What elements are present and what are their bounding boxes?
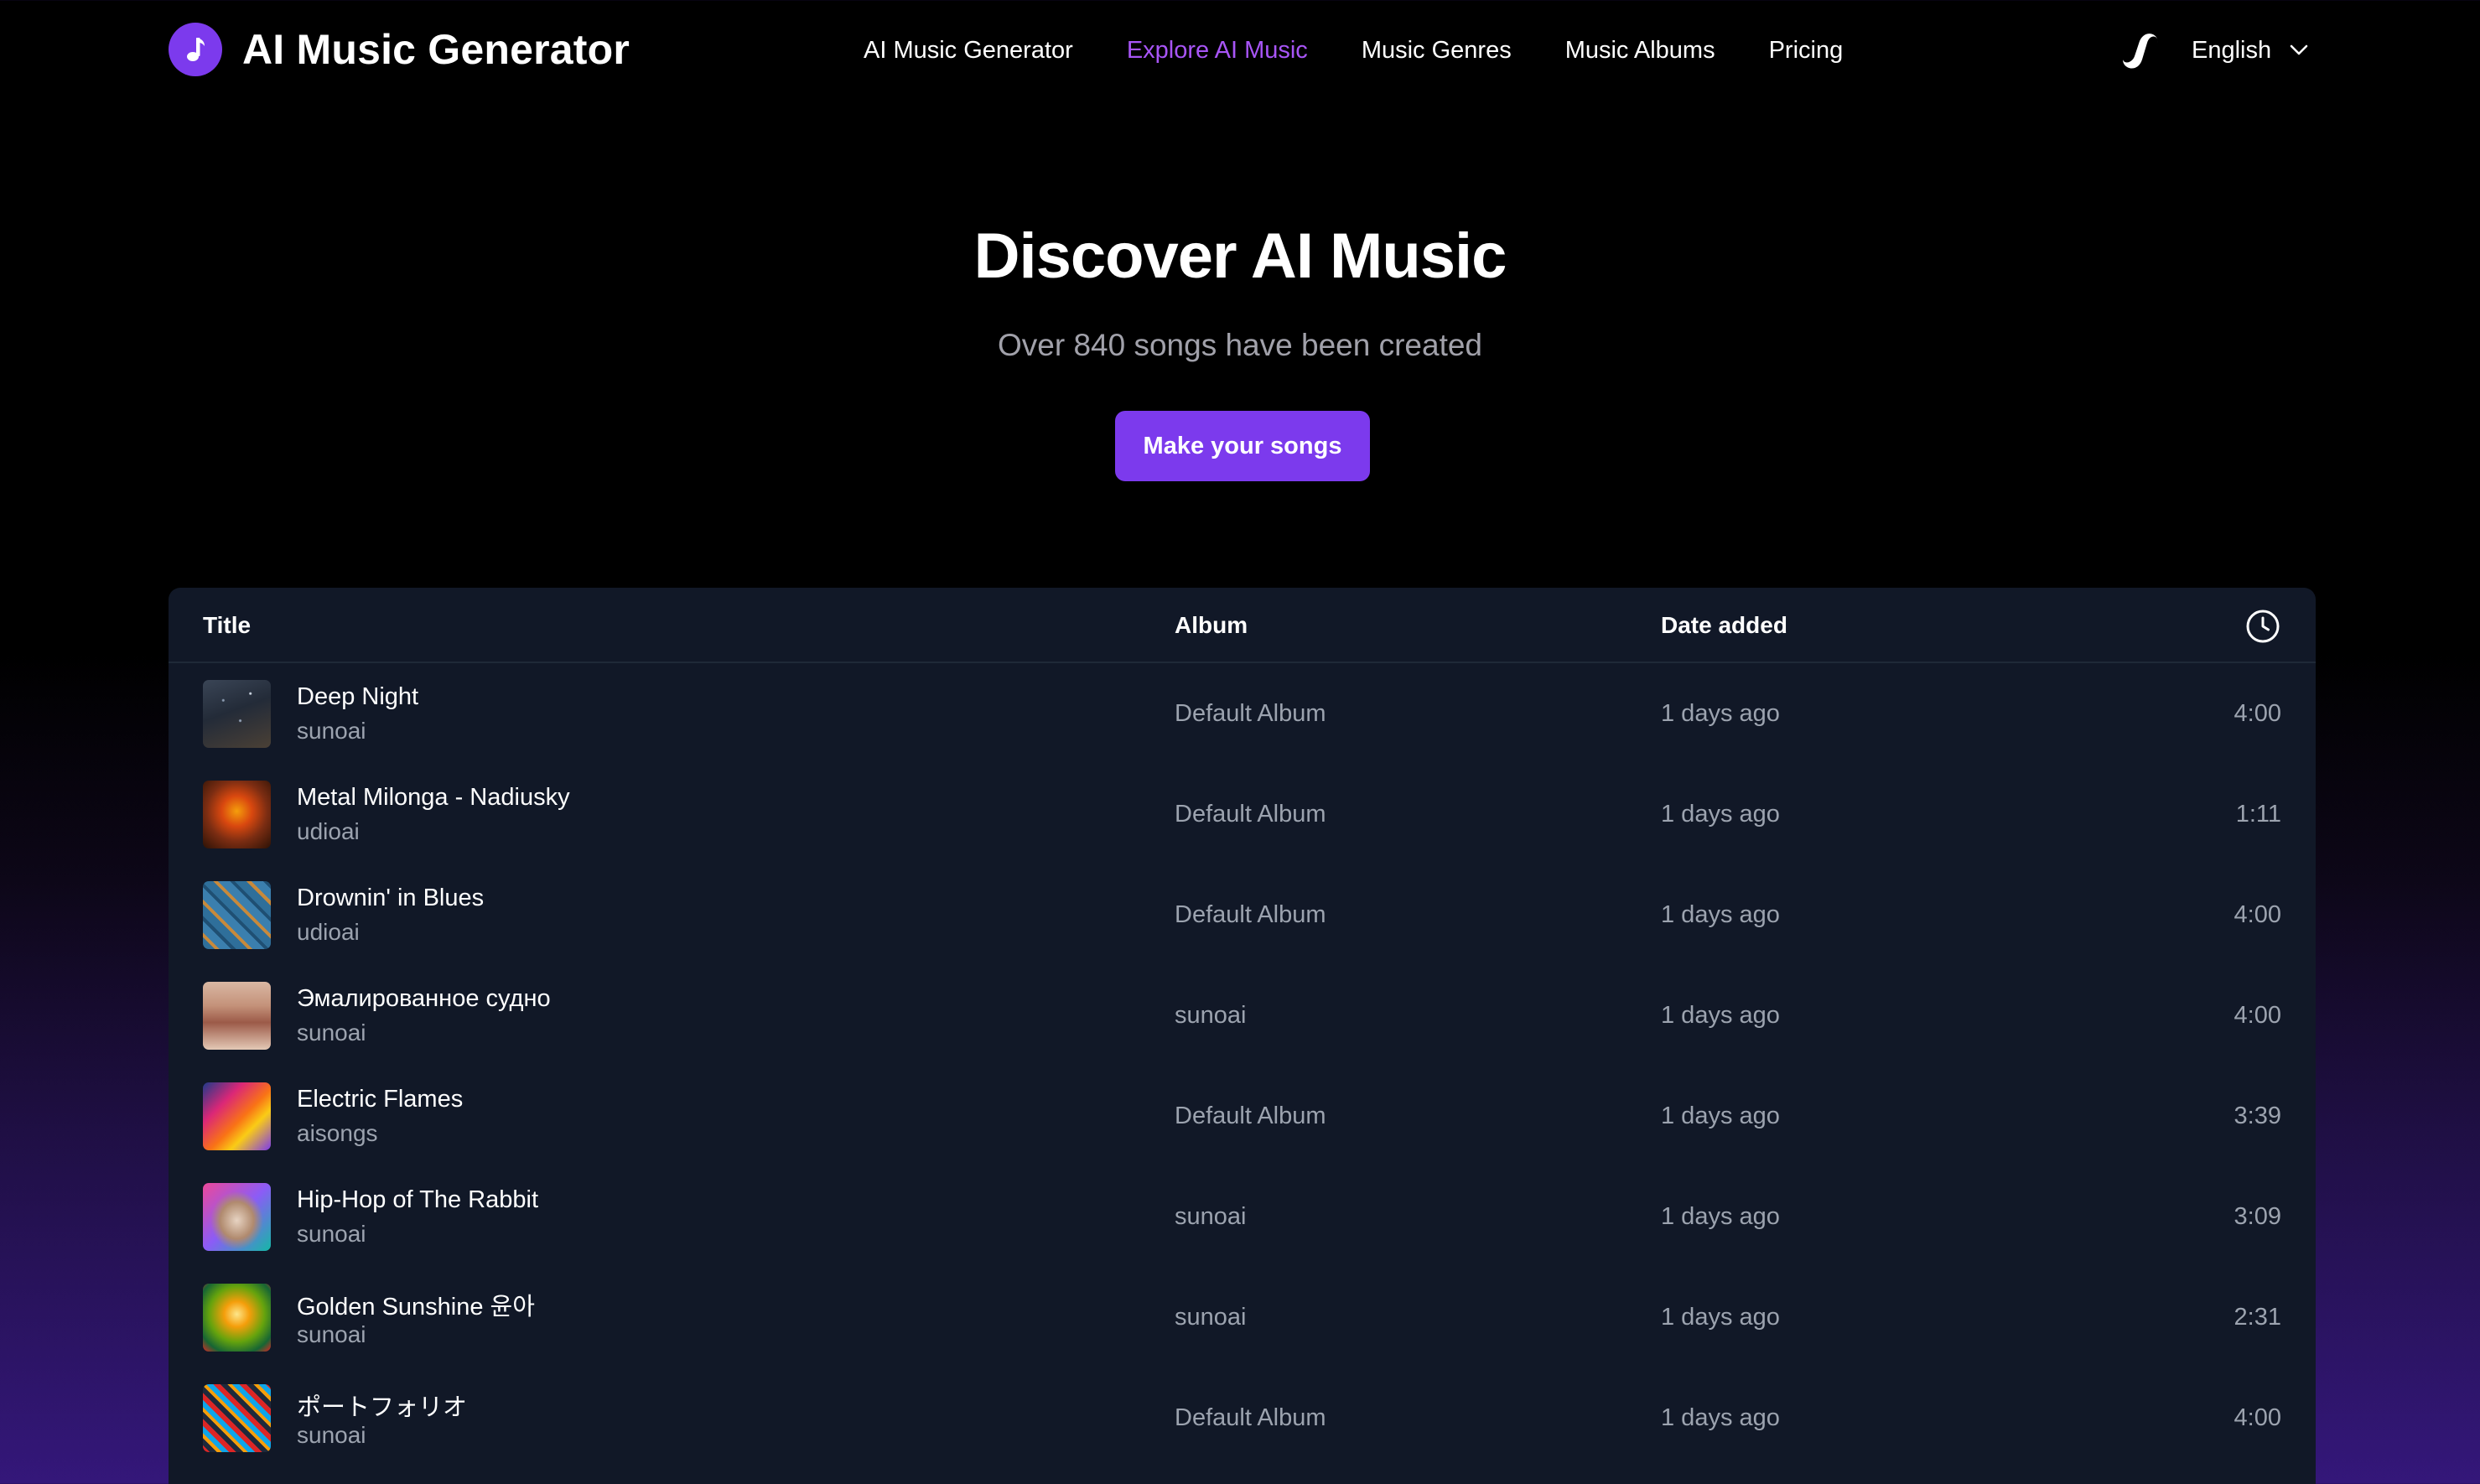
album-art [203,781,271,848]
nav-music-genres[interactable]: Music Genres [1362,37,1512,65]
language-logo-icon [2123,34,2158,69]
song-date-added: 1 days ago [1661,901,1780,928]
song-duration: 1:11 [2235,801,2281,828]
column-date-added[interactable]: Date added [1661,588,1787,663]
song-album[interactable]: Default Album [1175,1066,1326,1166]
table-row[interactable]: Electric Flames aisongs Default Album 1 … [169,1066,2316,1166]
main-nav: AI Music Generator Explore AI Music Musi… [864,32,1843,69]
song-duration: 4:00 [2234,1404,2281,1431]
songs-count-subtitle: Over 840 songs have been created [998,328,1482,362]
column-album[interactable]: Album [1175,588,1248,663]
make-your-songs-button[interactable]: Make your songs [1115,411,1370,481]
song-artist[interactable]: sunoai [297,1422,366,1449]
song-artist[interactable]: udioai [297,818,360,845]
clock-icon [2246,610,2280,643]
song-album[interactable]: Default Album [1175,663,1326,764]
album-art [203,1384,271,1452]
song-title[interactable]: Drownin' in Blues [297,885,484,912]
song-duration: 4:00 [2234,700,2281,727]
song-date-added: 1 days ago [1661,1404,1780,1431]
language-label: English [2192,36,2272,64]
album-art [203,1082,271,1150]
song-artist[interactable]: sunoai [297,1221,366,1248]
song-title[interactable]: Golden Sunshine 윤아 [297,1287,535,1322]
song-artist[interactable]: udioai [297,919,360,946]
album-art [203,680,271,748]
table-row[interactable]: ポートフォリオ sunoai Default Album 1 days ago … [169,1367,2316,1468]
page-title: Discover AI Music [973,221,1507,292]
song-date-added: 1 days ago [1661,801,1780,828]
song-title[interactable]: Metal Milonga - Nadiusky [297,784,570,812]
nav-music-albums[interactable]: Music Albums [1565,37,1715,65]
song-date-added: 1 days ago [1661,700,1780,727]
song-title[interactable]: Hip-Hop of The Rabbit [297,1186,538,1214]
song-duration: 4:00 [2234,901,2281,928]
site-header: AI Music Generator AI Music Generator Ex… [0,0,2480,101]
song-duration: 4:00 [2234,1002,2281,1029]
song-date-added: 1 days ago [1661,1304,1780,1331]
nav-pricing[interactable]: Pricing [1769,37,1844,65]
song-title[interactable]: ポートフォリオ [297,1388,467,1423]
song-date-added: 1 days ago [1661,1103,1780,1129]
song-album[interactable]: Default Album [1175,864,1326,965]
music-note-icon [169,23,222,76]
table-row[interactable]: Golden Sunshine 윤아 sunoai sunoai 1 days … [169,1267,2316,1367]
language-selector[interactable]: English [2119,25,2308,75]
brand-name: AI Music Generator [242,26,630,73]
table-row[interactable]: Hip-Hop of The Rabbit sunoai sunoai 1 da… [169,1166,2316,1267]
album-art [203,1183,271,1251]
song-duration: 2:31 [2234,1304,2281,1331]
table-row[interactable]: Deep Night sunoai Default Album 1 days a… [169,663,2316,764]
song-artist[interactable]: sunoai [297,718,366,745]
table-header: Title Album Date added [169,588,2316,663]
column-title[interactable]: Title [203,588,251,663]
song-duration: 3:09 [2234,1203,2281,1230]
chevron-down-icon [2290,44,2308,55]
song-title[interactable]: Эмалированное судно [297,985,551,1013]
table-row[interactable]: Metal Milonga - Nadiusky udioai Default … [169,764,2316,864]
album-art [203,1284,271,1352]
song-artist[interactable]: aisongs [297,1120,378,1147]
song-artist[interactable]: sunoai [297,1020,366,1046]
song-album[interactable]: sunoai [1175,1166,1246,1267]
song-title[interactable]: Deep Night [297,683,418,711]
song-album[interactable]: Default Album [1175,1367,1326,1468]
song-artist[interactable]: sunoai [297,1321,366,1348]
song-album[interactable]: Default Album [1175,764,1326,864]
song-album[interactable]: sunoai [1175,965,1246,1066]
brand-logo[interactable]: AI Music Generator [169,23,630,76]
song-date-added: 1 days ago [1661,1203,1780,1230]
nav-ai-music-generator[interactable]: AI Music Generator [864,37,1073,65]
nav-explore-ai-music[interactable]: Explore AI Music [1127,37,1308,65]
song-album[interactable]: sunoai [1175,1267,1246,1367]
table-row[interactable]: Drownin' in Blues udioai Default Album 1… [169,864,2316,965]
album-art [203,982,271,1050]
album-art [203,881,271,949]
songs-table: Title Album Date added Deep Night sunoai… [169,588,2316,1484]
song-duration: 3:39 [2234,1103,2281,1129]
song-date-added: 1 days ago [1661,1002,1780,1029]
song-title[interactable]: Electric Flames [297,1086,463,1113]
table-row[interactable]: Эмалированное судно sunoai sunoai 1 days… [169,965,2316,1066]
